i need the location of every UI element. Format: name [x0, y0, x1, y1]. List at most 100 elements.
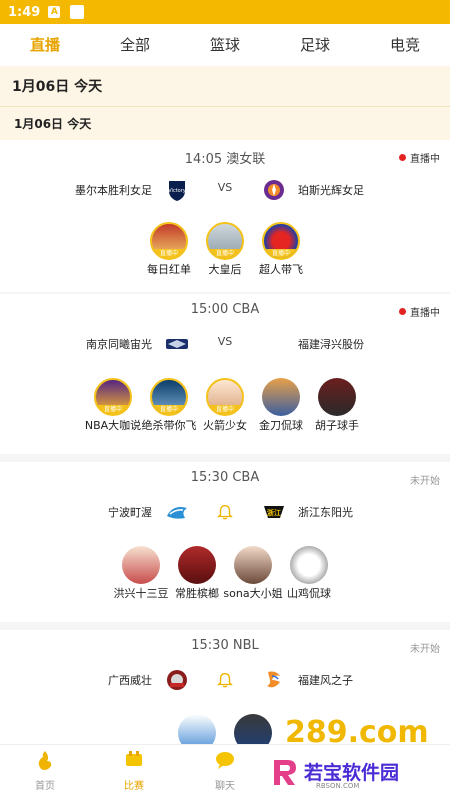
match-status: 未开始 — [410, 640, 440, 655]
match-status: 直播中 — [399, 304, 440, 319]
anchor-item[interactable]: 直播中 大皇后 — [195, 222, 255, 276]
nav-item-match[interactable]: 比赛 — [114, 749, 154, 792]
avatar: 直播中 — [150, 222, 188, 260]
anchor-item[interactable]: 直播中 火箭少女 — [195, 378, 255, 432]
match-card[interactable]: 15:00 CBA 直播中 南京同曦宙光 VS 福建浔兴股份 直播中 NBA大咖… — [0, 294, 450, 462]
live-dot-icon — [399, 154, 406, 161]
tab-live[interactable]: 直播 — [0, 24, 90, 66]
anchor-list: 洪兴十三豆 常胜槟榔 sona大小姐 山鸡侃球 — [0, 546, 450, 626]
versus-label: VS — [217, 181, 233, 194]
anchor-item[interactable]: 洪兴十三豆 — [111, 546, 171, 600]
brand-name: 若宝软件园 — [304, 762, 400, 784]
perth-glory-logo-icon — [264, 180, 284, 200]
anchor-item[interactable]: 金刀侃球 — [251, 378, 311, 432]
avatar: 直播中 — [262, 222, 300, 260]
status-bar: 1:49 A — [0, 0, 450, 24]
match-time-league: 14:05 澳女联 — [184, 152, 266, 167]
anchor-item[interactable]: 直播中 每日红单 — [139, 222, 199, 276]
home-team-name: 宁波町渥 — [108, 506, 152, 519]
match-status-label: 未开始 — [410, 476, 440, 487]
anchor-item[interactable] — [223, 714, 283, 744]
date-header: 1月06日 今天 — [0, 66, 450, 106]
team-row: 宁波町渥 浙江 浙江东阳光 — [0, 500, 450, 524]
match-status: 未开始 — [410, 472, 440, 487]
nanjing-team-logo-icon — [166, 339, 188, 349]
ningbo-team-logo-icon — [167, 507, 187, 519]
avatar: 直播中 — [150, 378, 188, 416]
match-status-label: 未开始 — [410, 644, 440, 655]
match-card[interactable]: 15:30 CBA 未开始 宁波町渥 浙江 浙江东阳光 洪兴十三豆 常胜槟榔 s… — [0, 462, 450, 630]
brand-logo-icon — [274, 760, 296, 785]
match-time-league: 15:30 NBL — [191, 638, 259, 653]
brand-url: RBSON.COM — [316, 782, 360, 790]
live-tag: 直播中 — [96, 405, 130, 414]
anchor-list: 直播中 NBA大咖说 直播中 绝杀带你飞 直播中 火箭少女 金刀侃球 胡子球手 — [0, 378, 450, 458]
anchor-name: NBA大咖说 — [84, 419, 142, 432]
avatar — [290, 546, 328, 584]
anchor-name: 火箭少女 — [203, 419, 247, 432]
home-team-name: 广西威壮 — [108, 674, 152, 687]
live-dot-icon — [399, 308, 406, 315]
anchor-item[interactable]: sona大小姐 — [223, 546, 283, 600]
nav-item-chat[interactable]: 聊天 — [205, 749, 245, 792]
anchor-item[interactable]: 山鸡侃球 — [279, 546, 339, 600]
team-row: 墨尔本胜利女足 Victory VS 珀斯光辉女足 — [0, 178, 450, 202]
avatar — [318, 378, 356, 416]
anchor-name: 胡子球手 — [315, 419, 359, 432]
avatar: 直播中 — [206, 378, 244, 416]
guangxi-team-logo-icon — [167, 670, 187, 690]
chat-icon — [216, 752, 234, 769]
avatar — [122, 546, 160, 584]
avatar — [262, 378, 300, 416]
avatar: 直播中 — [206, 222, 244, 260]
anchor-name: 大皇后 — [208, 263, 242, 276]
versus-label: VS — [217, 335, 233, 348]
team-row: 南京同曦宙光 VS 福建浔兴股份 — [0, 332, 450, 356]
tab-esports[interactable]: 电竞 — [360, 24, 450, 66]
anchor-item[interactable]: 直播中 NBA大咖说 — [83, 378, 143, 432]
tab-basketball[interactable]: 篮球 — [180, 24, 270, 66]
status-time: 1:49 — [8, 4, 41, 20]
anchor-name: 洪兴十三豆 — [113, 587, 169, 600]
match-status: 直播中 — [399, 150, 440, 165]
avatar — [178, 714, 216, 744]
avatar — [178, 546, 216, 584]
home-team-name: 南京同曦宙光 — [86, 338, 152, 351]
match-time-league: 15:30 CBA — [190, 470, 260, 485]
nav-label: 比赛 — [124, 781, 144, 792]
zhejiang-team-logo-icon: 浙江 — [264, 506, 284, 518]
date-subheader: 1月06日 今天 — [0, 106, 450, 140]
anchor-name: 山鸡侃球 — [287, 587, 331, 600]
anchor-list: 直播中 每日红单 直播中 大皇后 直播中 超人带飞 — [0, 222, 450, 302]
live-tag: 直播中 — [208, 249, 242, 258]
anchor-name: 金刀侃球 — [259, 419, 303, 432]
anchor-item[interactable]: 直播中 绝杀带你飞 — [139, 378, 199, 432]
live-tag: 直播中 — [208, 405, 242, 414]
bell-icon[interactable] — [215, 671, 235, 689]
anchor-item[interactable]: 直播中 超人带飞 — [251, 222, 311, 276]
victory-team-logo-icon: Victory — [168, 181, 186, 201]
match-status-label: 直播中 — [410, 154, 440, 165]
notification-a-icon: A — [48, 6, 61, 18]
home-team-name: 墨尔本胜利女足 — [75, 184, 152, 197]
tab-football[interactable]: 足球 — [270, 24, 360, 66]
notification-square-icon — [70, 5, 85, 19]
nav-label: 首页 — [35, 781, 55, 792]
away-team-name: 浙江东阳光 — [298, 506, 353, 519]
bell-icon[interactable] — [215, 503, 235, 521]
live-tag: 直播中 — [152, 249, 186, 258]
anchor-name: 每日红单 — [147, 263, 191, 276]
match-card[interactable]: 14:05 澳女联 直播中 墨尔本胜利女足 Victory VS 珀斯光辉女足 … — [0, 140, 450, 300]
nav-label: 聊天 — [215, 781, 235, 792]
away-team-name: 福建风之子 — [298, 674, 353, 687]
tab-all[interactable]: 全部 — [90, 24, 180, 66]
match-status-label: 直播中 — [410, 308, 440, 319]
live-tag: 直播中 — [264, 249, 298, 258]
nav-item-home[interactable]: 首页 — [25, 749, 65, 792]
anchor-item[interactable] — [167, 714, 227, 744]
anchor-item[interactable]: 常胜槟榔 — [167, 546, 227, 600]
fujian-team-logo-icon — [267, 671, 280, 688]
anchor-name: sona大小姐 — [223, 587, 283, 600]
anchor-item[interactable]: 胡子球手 — [307, 378, 367, 432]
watermark-brand: 若宝软件园 RBSON.COM — [268, 756, 438, 794]
